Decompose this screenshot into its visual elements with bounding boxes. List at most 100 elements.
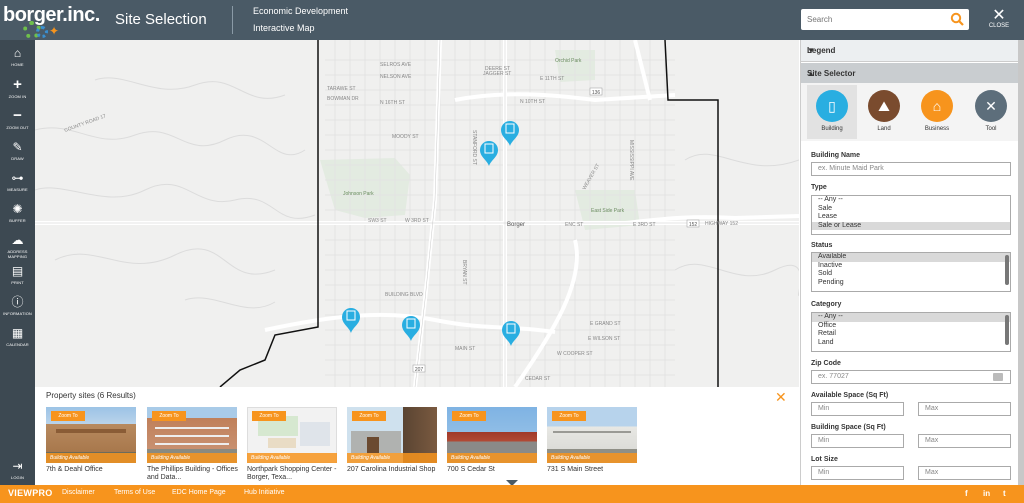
zoom-out-button[interactable]: − ZOOM OUT [0, 106, 35, 136]
zoom-to-button[interactable]: Zoom To [452, 411, 486, 421]
measure-button[interactable]: ⊶ MEASURE [0, 168, 35, 198]
list-item[interactable]: -- Any -- [812, 313, 1010, 322]
property-card[interactable]: Zoom To Building Available 207 Carolina … [347, 407, 437, 482]
map-canvas[interactable]: 136 207 152 SELROS AVE NELSON AVE TARAWE… [35, 40, 799, 387]
home-button[interactable]: ⌂ HOME [0, 43, 35, 73]
footer-link-hub[interactable]: Hub Initiative [244, 489, 284, 496]
available-space-min[interactable]: Min [811, 402, 904, 416]
login-button[interactable]: ⇥ LOGIN [0, 456, 35, 486]
viewpro-brand[interactable]: VIEWPRO [8, 488, 53, 498]
information-button[interactable]: ⓘ INFORMATION [0, 292, 35, 322]
building-space-label: Building Space (Sq Ft) [811, 424, 886, 431]
map-svg[interactable]: 136 207 152 SELROS AVE NELSON AVE TARAWE… [35, 40, 799, 387]
linkedin-icon[interactable]: in [983, 489, 990, 498]
map-label: SELROS AVE [380, 62, 412, 68]
zip-field[interactable]: ex. 77027 [811, 370, 1011, 384]
site-selector-header[interactable]: Site Selector ▲ [801, 63, 1019, 83]
close-button[interactable]: ✕ CLOSE [985, 8, 1013, 36]
keyboard-icon[interactable] [993, 373, 1003, 381]
property-name[interactable]: 207 Carolina Industrial Shop [347, 466, 439, 474]
map-label: HIGHWAY 152 [705, 221, 738, 227]
calendar-button[interactable]: ▦ CALENDAR [0, 323, 35, 353]
footer-link-disclaimer[interactable]: Disclaimer [62, 489, 95, 496]
property-card[interactable]: Zoom To Building Available 731 S Main St… [547, 407, 637, 482]
property-card[interactable]: Zoom To Building Available 7th & Deahl O… [46, 407, 136, 482]
borger-logo[interactable]: borger.inc. ✦ [3, 2, 100, 39]
property-name[interactable]: Northpark Shopping Center - Borger, Texa… [247, 466, 339, 482]
category-list[interactable]: -- Any -- Office Retail Land [811, 312, 1011, 352]
print-button[interactable]: ▤ PRINT [0, 261, 35, 291]
lot-size-min[interactable]: Min [811, 466, 904, 480]
building-space-min[interactable]: Min [811, 434, 904, 448]
building-icon: ▯ [816, 90, 848, 122]
list-item[interactable]: Sale or Lease [812, 221, 1010, 230]
zoom-to-button[interactable]: Zoom To [552, 411, 586, 421]
list-item[interactable]: Land [812, 339, 1010, 348]
list-item[interactable]: Lease [812, 213, 1010, 222]
property-card[interactable]: Zoom To Building Available 700 S Cedar S… [447, 407, 537, 482]
map-label: CEDAR ST [525, 376, 550, 382]
lot-size-max[interactable]: Max [918, 466, 1011, 480]
list-item[interactable]: Pending [812, 279, 1010, 288]
footer-bar: VIEWPRO Disclaimer Terms of Use EDC Home… [0, 485, 1024, 503]
search-box[interactable] [801, 9, 969, 30]
status-list[interactable]: Available Inactive Sold Pending [811, 252, 1011, 292]
list-item[interactable]: Sale [812, 205, 1010, 214]
scrollbar-thumb[interactable] [1018, 40, 1024, 485]
results-title: Property sites (6 Results) [46, 391, 136, 400]
map-label: Borger [507, 222, 525, 228]
zoom-to-button[interactable]: Zoom To [352, 411, 386, 421]
search-input[interactable] [801, 9, 941, 30]
footer-link-edc-home[interactable]: EDC Home Page [172, 489, 226, 496]
list-item[interactable]: Inactive [812, 262, 1010, 271]
property-name[interactable]: 731 S Main Street [547, 466, 639, 474]
map-label: BRYAN ST [461, 260, 467, 285]
building-name-label: Building Name [811, 152, 861, 159]
draw-button[interactable]: ✎ DRAW [0, 137, 35, 167]
building-space-max[interactable]: Max [918, 434, 1011, 448]
close-label: CLOSE [988, 23, 1010, 29]
property-name[interactable]: 7th & Deahl Office [46, 466, 138, 474]
zoom-to-button[interactable]: Zoom To [252, 411, 286, 421]
star-icon: ✦ [49, 24, 60, 38]
address-mapping-button[interactable]: ☁ ADDRESS MAPPING [0, 230, 35, 260]
available-space-max[interactable]: Max [918, 402, 1011, 416]
close-results-button[interactable]: ✕ [775, 389, 787, 406]
status-badge: Building Available [46, 453, 136, 463]
list-item[interactable]: -- Any -- [812, 196, 1010, 205]
list-item[interactable]: Office [812, 322, 1010, 331]
list-item[interactable]: Sold [812, 270, 1010, 279]
map-label: N 16TH ST [380, 100, 405, 106]
tab-land[interactable]: ⛰ Land [859, 85, 909, 139]
buffer-button[interactable]: ✺ BUFFER [0, 199, 35, 229]
zoom-to-button[interactable]: Zoom To [152, 411, 186, 421]
property-name[interactable]: 700 S Cedar St [447, 466, 539, 474]
gear-blue-icon [36, 26, 48, 38]
list-item[interactable]: Retail [812, 330, 1010, 339]
zoom-in-button[interactable]: + ZOOM IN [0, 75, 35, 105]
search-icon[interactable] [950, 12, 964, 26]
header-divider [232, 6, 233, 34]
footer-link-terms[interactable]: Terms of Use [114, 489, 155, 496]
scrollbar[interactable] [1005, 315, 1009, 345]
tab-business[interactable]: ⌂ Business [912, 85, 962, 139]
building-name-field[interactable]: ex. Minute Maid Park [811, 162, 1011, 176]
property-card[interactable]: Zoom To Building Available Northpark Sho… [247, 407, 337, 482]
map-label: MOODY ST [392, 134, 419, 140]
tab-building[interactable]: ▯ Building [807, 85, 857, 139]
facebook-icon[interactable]: f [965, 489, 968, 498]
property-name[interactable]: The Phillips Building - Offices and Data… [147, 466, 239, 482]
zoom-to-button[interactable]: Zoom To [51, 411, 85, 421]
type-label: Type [811, 184, 827, 191]
list-item[interactable]: Available [812, 253, 1010, 262]
property-card[interactable]: Zoom To Building Available The Phillips … [147, 407, 239, 482]
pencil-icon: ✎ [12, 140, 23, 154]
legend-header[interactable]: Legend ▼ [801, 40, 1019, 62]
tab-tool[interactable]: ✕ Tool [966, 85, 1016, 139]
map-label: BUILDING BLVD [385, 292, 423, 298]
type-list[interactable]: -- Any -- Sale Lease Sale or Lease [811, 195, 1011, 235]
ruler-icon: ⊶ [11, 171, 24, 185]
twitter-icon[interactable]: t [1003, 489, 1006, 498]
panel-scrollbar[interactable] [1018, 40, 1024, 485]
scrollbar[interactable] [1005, 255, 1009, 285]
